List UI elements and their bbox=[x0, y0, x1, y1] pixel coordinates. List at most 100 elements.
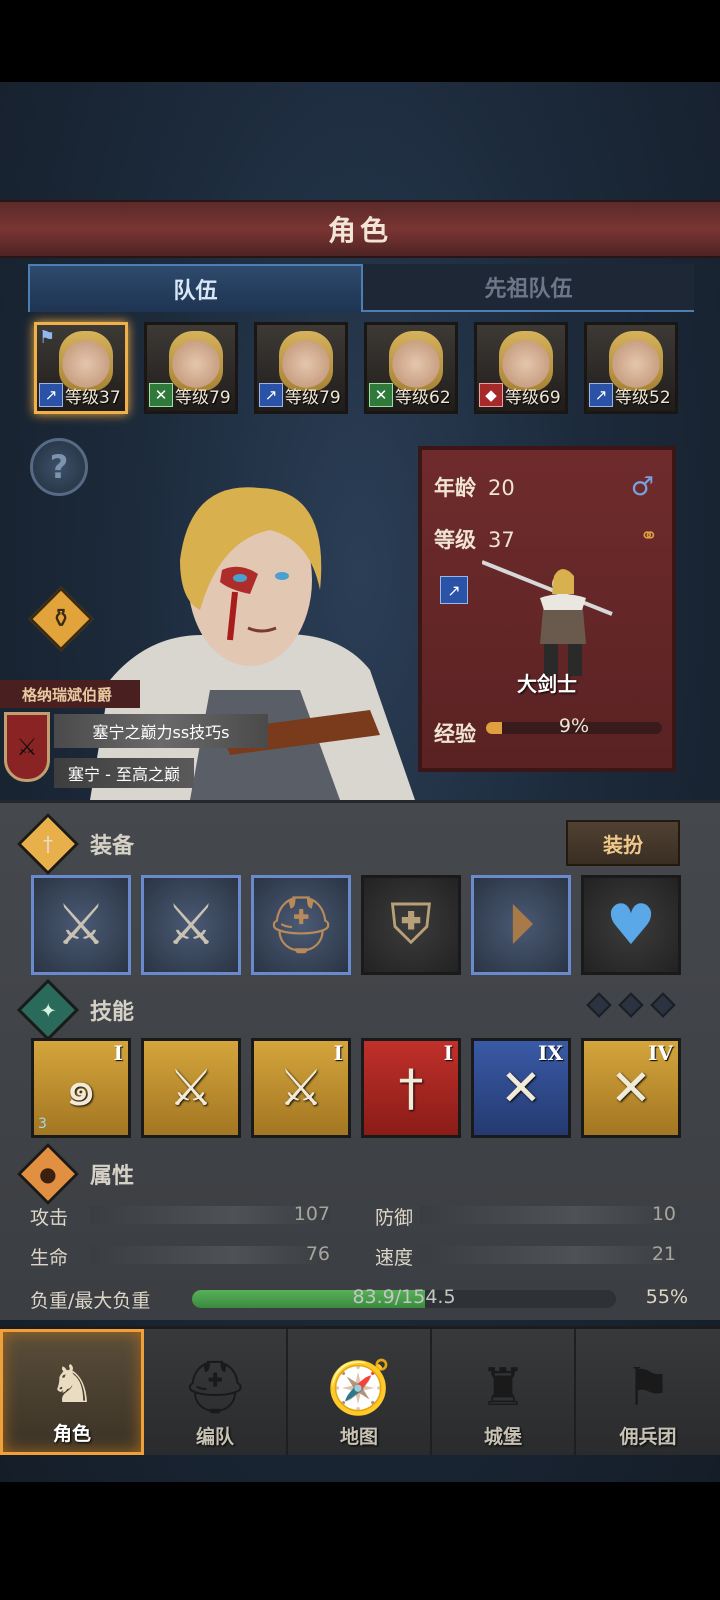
potion-icon: ⚱ bbox=[50, 604, 72, 634]
armor-icon: ⛨ bbox=[390, 892, 432, 957]
tab-ancestor-team[interactable]: 先祖队伍 bbox=[363, 264, 694, 312]
nav-label: 地图 bbox=[339, 1426, 378, 1448]
nav-label: 佣兵团 bbox=[619, 1426, 677, 1448]
speed-value: 21 bbox=[651, 1243, 676, 1265]
person-badge-icon: ● bbox=[16, 1142, 80, 1206]
class-figure bbox=[482, 560, 613, 676]
diamond-icon bbox=[586, 992, 612, 1018]
nav-map[interactable]: 🧭 地图 bbox=[288, 1329, 432, 1455]
weapon-slot-2[interactable]: ⚔ bbox=[141, 875, 241, 975]
nav-formation[interactable]: ⛑ 编队 bbox=[144, 1329, 288, 1455]
skills-header: ✦ 技能 bbox=[16, 978, 135, 1042]
attack-value: 107 bbox=[293, 1203, 330, 1225]
diamond-icon bbox=[618, 992, 644, 1018]
hero-card[interactable]: ⚑ ↗ 等级37 bbox=[34, 322, 128, 414]
crossed-x-icon: ✕ bbox=[149, 383, 173, 407]
hero-portrait bbox=[279, 331, 333, 391]
flag-icon: ⚑ bbox=[39, 327, 56, 348]
system-nav-area bbox=[0, 1482, 720, 1600]
skill-slots: ๑ I 3 ⚔ ⚔ I † I ✕ IX ✕ IV bbox=[31, 1038, 693, 1138]
hero-portrait bbox=[389, 331, 443, 391]
hero-card[interactable]: ✕ 等级62 bbox=[364, 322, 458, 414]
tab-team[interactable]: 队伍 bbox=[28, 264, 363, 312]
title-banner: 角色 bbox=[0, 200, 720, 258]
dress-up-button[interactable]: 装扮 bbox=[566, 820, 680, 866]
level-row: 等级 37 bbox=[434, 524, 515, 554]
skills-label: 技能 bbox=[90, 1000, 135, 1025]
title-secondary[interactable]: 塞宁 - 至高之巅 bbox=[54, 758, 194, 788]
hp-value: 76 bbox=[305, 1243, 330, 1265]
hero-card[interactable]: ◆ 等级69 bbox=[474, 322, 568, 414]
level-label: 等级 bbox=[434, 528, 476, 552]
hero-level: 等级37 bbox=[65, 388, 121, 408]
diamond-icon bbox=[650, 992, 676, 1018]
nav-character[interactable]: ♞ 角色 bbox=[0, 1329, 144, 1455]
amulet-slot[interactable]: ♥ bbox=[581, 875, 681, 975]
defense-value: 10 bbox=[651, 1203, 676, 1225]
male-icon: ♂ bbox=[630, 472, 654, 502]
nav-label: 编队 bbox=[195, 1426, 234, 1448]
boots-slot[interactable]: ⏵ bbox=[471, 875, 571, 975]
skill-slot[interactable]: ⚔ bbox=[141, 1038, 241, 1138]
skill-slot[interactable]: ⚔ I bbox=[251, 1038, 351, 1138]
nav-label: 角色 bbox=[52, 1423, 91, 1445]
equipment-header: † 装备 bbox=[16, 812, 134, 876]
hero-portrait bbox=[59, 331, 113, 391]
nav-mercenaries[interactable]: ⚑ 佣兵团 bbox=[576, 1329, 720, 1455]
knight-icon: ♞ bbox=[48, 1355, 96, 1415]
skill-rank: IV bbox=[648, 1041, 673, 1065]
team-tabs: 队伍 先祖队伍 bbox=[28, 264, 694, 312]
skill-slot[interactable]: ✕ IV bbox=[581, 1038, 681, 1138]
hero-card[interactable]: ✕ 等级79 bbox=[144, 322, 238, 414]
hero-level: 等级62 bbox=[395, 388, 451, 408]
helmet-slot[interactable]: ⛑ bbox=[251, 875, 351, 975]
hero-roster: ⚑ ↗ 等级37 ✕ 等级79 ↗ 等级79 ✕ 等级62 ◆ 等级69 ↗ 等… bbox=[34, 322, 684, 414]
level-value: 37 bbox=[488, 528, 515, 552]
hero-level: 等级52 bbox=[615, 388, 671, 408]
nav-label: 城堡 bbox=[483, 1426, 522, 1448]
noble-title: 格纳瑞斌伯爵 bbox=[0, 680, 140, 708]
spear-icon: ⚔ bbox=[165, 892, 217, 958]
age-value: 20 bbox=[488, 476, 515, 500]
skill-rank: IX bbox=[538, 1041, 563, 1065]
armor-slot[interactable]: ⛨ bbox=[361, 875, 461, 975]
crossed-swords-icon: ✕ bbox=[610, 1059, 652, 1117]
age-row: 年龄 20 bbox=[434, 472, 515, 502]
hero-level: 等级79 bbox=[175, 388, 231, 408]
hero-level: 等级79 bbox=[285, 388, 341, 408]
hp-label: 生命 bbox=[30, 1247, 69, 1269]
hero-card[interactable]: ↗ 等级79 bbox=[254, 322, 348, 414]
sword-icon: ↗ bbox=[259, 383, 283, 407]
status-bar-area bbox=[0, 0, 720, 82]
skill-slot[interactable]: ✕ IX bbox=[471, 1038, 571, 1138]
boots-icon: ⏵ bbox=[507, 892, 535, 957]
castle-icon: ♜ bbox=[479, 1358, 527, 1418]
ring-icon[interactable]: ⚭ bbox=[640, 524, 658, 549]
amulet-icon: ♥ bbox=[605, 892, 657, 958]
sword-icon: † bbox=[398, 1059, 424, 1117]
dagger-badge-icon: † bbox=[16, 812, 80, 876]
speed-label: 速度 bbox=[375, 1247, 414, 1269]
page-title: 角色 bbox=[327, 214, 392, 247]
exp-label: 经验 bbox=[434, 722, 476, 746]
hero-portrait bbox=[169, 331, 223, 391]
helmet-icon: ⛑ bbox=[265, 893, 337, 958]
crest-shield-icon[interactable]: ⚔ bbox=[4, 712, 50, 782]
class-name: 大剑士 bbox=[517, 672, 577, 696]
sword-icon: ↗ bbox=[39, 383, 63, 407]
helmet-icon: ⛑ bbox=[181, 1358, 248, 1418]
load-label: 负重/最大负重 bbox=[30, 1290, 151, 1312]
load-value: 83.9/154.5 bbox=[352, 1286, 456, 1308]
weapon-slot-1[interactable]: ⚔ bbox=[31, 875, 131, 975]
skill-slot[interactable]: † I bbox=[361, 1038, 461, 1138]
hero-portrait bbox=[499, 331, 553, 391]
wolf-icon: ◆ bbox=[479, 383, 503, 407]
hero-card[interactable]: ↗ 等级52 bbox=[584, 322, 678, 414]
character-stats-panel: 年龄 20 ♂ 等级 37 ⚭ ↗ 大剑士 经验 9% bbox=[418, 446, 676, 772]
skill-slot[interactable]: ๑ I 3 bbox=[31, 1038, 131, 1138]
character-portrait bbox=[90, 487, 415, 800]
nav-castle[interactable]: ♜ 城堡 bbox=[432, 1329, 576, 1455]
skill-stack: 3 bbox=[38, 1116, 47, 1132]
title-primary[interactable]: 塞宁之巅力ss技巧s bbox=[54, 714, 268, 748]
crossed-swords-icon: ✕ bbox=[500, 1059, 542, 1117]
